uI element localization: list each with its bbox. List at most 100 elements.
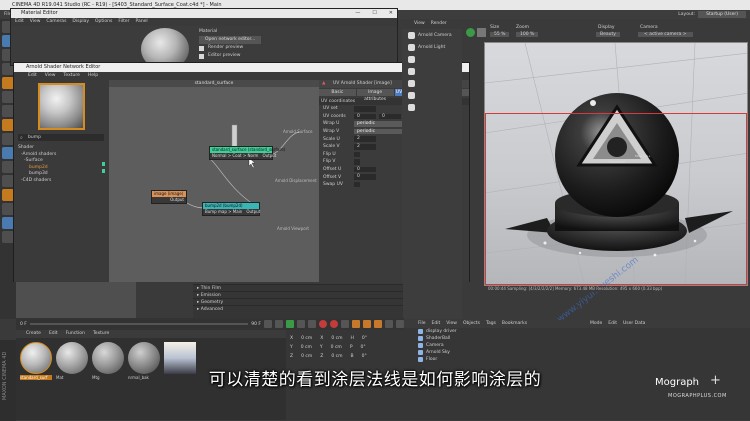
menu-file[interactable]: File bbox=[418, 320, 426, 328]
param-value[interactable]: 0 bbox=[354, 113, 376, 120]
size-value[interactable]: 55 % bbox=[490, 32, 510, 37]
arnold-tool[interactable] bbox=[402, 77, 462, 89]
node-output[interactable]: Output bbox=[170, 197, 184, 203]
menu-edit[interactable]: Edit bbox=[28, 72, 37, 80]
menu-texture[interactable]: Texture bbox=[93, 330, 109, 338]
arnold-tool[interactable] bbox=[402, 53, 462, 65]
group-geometry[interactable]: ▸ Geometry bbox=[193, 298, 403, 305]
move-key-icon[interactable] bbox=[352, 320, 360, 328]
tab-basic[interactable]: Basic bbox=[319, 89, 356, 96]
param-key-icon[interactable] bbox=[385, 320, 393, 328]
param-value[interactable]: 2 bbox=[354, 136, 376, 142]
arnold-camera-tool[interactable]: Arnold Camera bbox=[402, 29, 462, 41]
menu-function[interactable]: Function bbox=[66, 330, 85, 338]
maximize-icon[interactable]: ☐ bbox=[372, 9, 376, 18]
render-preview-checkbox[interactable] bbox=[199, 45, 204, 51]
group-advanced[interactable]: ▸ Advanced bbox=[193, 305, 403, 312]
coord-value[interactable]: 0 cm bbox=[301, 352, 312, 361]
autokey-icon[interactable] bbox=[330, 320, 338, 328]
timeline-slider[interactable] bbox=[29, 323, 249, 325]
group-thin-film[interactable]: ▸ Thin Film bbox=[193, 284, 403, 291]
menu-texture[interactable]: Texture bbox=[63, 72, 79, 80]
menu-edit[interactable]: Edit bbox=[608, 320, 617, 328]
param-checkbox[interactable] bbox=[354, 151, 360, 158]
param-value[interactable]: 0 bbox=[354, 166, 376, 173]
menu-cameras[interactable]: Cameras bbox=[46, 18, 66, 26]
param-checkbox[interactable] bbox=[354, 159, 360, 165]
camera-dropdown[interactable]: < active camera > bbox=[638, 32, 693, 37]
arnold-surface-port[interactable]: Arnold Surface bbox=[283, 129, 312, 134]
menu-user-data[interactable]: User Data bbox=[623, 320, 645, 328]
close-icon[interactable]: ✕ bbox=[389, 9, 393, 18]
step-back-icon[interactable] bbox=[275, 320, 283, 328]
node-input[interactable]: Bump map > Main bbox=[205, 209, 242, 215]
coord-value[interactable]: 0 cm bbox=[331, 334, 342, 343]
menu-panel[interactable]: Panel bbox=[136, 18, 148, 26]
object-row[interactable]: ShaderBall bbox=[404, 335, 584, 342]
menu-view[interactable]: View bbox=[446, 320, 457, 328]
menu-options[interactable]: Options bbox=[95, 18, 112, 26]
menu-render[interactable]: Render bbox=[431, 19, 447, 29]
layout-dropdown[interactable]: Startup (User) bbox=[698, 11, 746, 18]
play-icon[interactable] bbox=[286, 320, 294, 328]
standard-surface-node[interactable]: standard_surface (standard_surface) Norm… bbox=[209, 146, 285, 160]
scale-key-icon[interactable] bbox=[363, 320, 371, 328]
tab-image-attributes[interactable]: Image attributes bbox=[356, 89, 394, 102]
open-network-editor-button[interactable]: Open network editor... bbox=[199, 36, 262, 44]
node-output[interactable]: Output bbox=[262, 153, 276, 159]
param-value[interactable] bbox=[354, 106, 376, 112]
menu-display[interactable]: Display bbox=[72, 18, 89, 26]
coord-value[interactable]: 0° bbox=[362, 352, 367, 361]
minimize-icon[interactable]: — bbox=[355, 9, 360, 18]
group-emission[interactable]: ▸ Emission bbox=[193, 291, 403, 298]
object-row[interactable]: Arnold Sky bbox=[404, 349, 584, 356]
coord-value[interactable]: 0 cm bbox=[301, 343, 312, 352]
menu-view[interactable]: View bbox=[30, 18, 41, 26]
coord-value[interactable]: 0 cm bbox=[331, 352, 342, 361]
shader-search-input[interactable]: bump bbox=[18, 134, 104, 141]
arnold-tool[interactable] bbox=[402, 101, 462, 113]
menu-tags[interactable]: Tags bbox=[486, 320, 496, 328]
menu-view[interactable]: View bbox=[414, 19, 425, 29]
coord-value[interactable]: 0 cm bbox=[331, 343, 342, 352]
arnold-viewport-port[interactable]: Arnold Viewport bbox=[277, 226, 309, 231]
tree-item[interactable]: -C4D shaders bbox=[18, 178, 106, 185]
current-frame[interactable]: 0 F bbox=[20, 322, 27, 327]
menu-help[interactable]: Help bbox=[88, 72, 98, 80]
bump2d-node[interactable]: bump2d (bump2d) Bump map > Main Output bbox=[202, 202, 260, 216]
end-frame[interactable]: 90 F bbox=[251, 322, 261, 327]
play-icon[interactable] bbox=[466, 28, 475, 37]
arnold-tool[interactable] bbox=[402, 89, 462, 101]
display-dropdown[interactable]: Beauty bbox=[596, 32, 620, 37]
keyframe-icon[interactable] bbox=[341, 320, 349, 328]
arnold-light-tool[interactable]: Arnold Light bbox=[402, 41, 462, 53]
menu-edit[interactable]: Edit bbox=[432, 320, 441, 328]
coord-value[interactable]: 0° bbox=[361, 343, 366, 352]
rotate-key-icon[interactable] bbox=[374, 320, 382, 328]
image-node[interactable]: image (image) Output bbox=[151, 190, 187, 204]
node-output[interactable]: Output bbox=[246, 209, 260, 215]
step-forward-icon[interactable] bbox=[297, 320, 305, 328]
menu-edit[interactable]: Edit bbox=[15, 18, 24, 26]
menu-bookmarks[interactable]: Bookmarks bbox=[502, 320, 527, 328]
object-row[interactable]: Floor bbox=[404, 356, 584, 363]
node-graph-canvas[interactable]: standard_surface standard_surface (stand… bbox=[109, 80, 319, 282]
arnold-displacement-port[interactable]: Arnold Displacement bbox=[275, 178, 317, 183]
zoom-value[interactable]: 100 % bbox=[516, 32, 539, 37]
go-to-end-icon[interactable] bbox=[308, 320, 316, 328]
param-value[interactable]: 2 bbox=[354, 144, 376, 150]
object-row[interactable]: display driver bbox=[404, 328, 584, 335]
arnold-tool[interactable] bbox=[402, 65, 462, 77]
render-view[interactable]: ShaderBall Mograph+ bbox=[484, 42, 748, 286]
menu-objects[interactable]: Objects bbox=[463, 320, 480, 328]
param-checkbox[interactable] bbox=[354, 181, 360, 188]
menu-mode[interactable]: Mode bbox=[590, 320, 602, 328]
node-input[interactable]: Normal > Coat > Norm bbox=[212, 153, 258, 159]
menu-view[interactable]: View bbox=[45, 72, 56, 80]
menu-create[interactable]: Create bbox=[26, 330, 41, 338]
pla-key-icon[interactable] bbox=[396, 320, 404, 328]
menu-filter[interactable]: Filter bbox=[118, 18, 129, 26]
coord-value[interactable]: 0° bbox=[362, 334, 367, 343]
editor-preview-checkbox[interactable] bbox=[199, 53, 204, 59]
param-value[interactable]: 0 bbox=[379, 113, 401, 120]
